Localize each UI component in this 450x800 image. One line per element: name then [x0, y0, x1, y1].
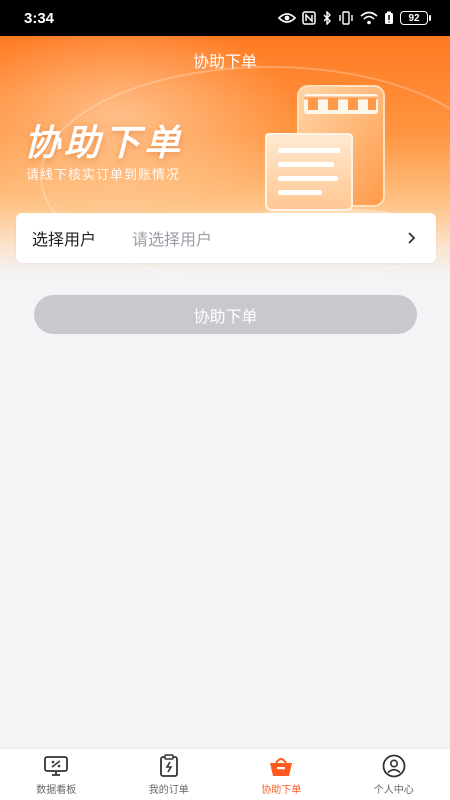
tab-dashboard[interactable]: 数据看板 [0, 749, 113, 800]
select-user-label: 选择用户 [32, 230, 97, 249]
phone-receipt-icon [248, 76, 408, 226]
tab-label: 数据看板 [36, 784, 77, 796]
chevron-right-icon [404, 230, 420, 246]
assist-order-button[interactable]: 协助下单 [34, 295, 417, 334]
tab-label: 我的订单 [148, 784, 189, 796]
basket-icon [268, 754, 294, 778]
hero-subtitle: 请线下核实订单到账情况 [26, 168, 181, 183]
select-user-placeholder: 请选择用户 [132, 230, 213, 249]
clipboard-icon [156, 753, 182, 778]
bluetooth-icon [322, 11, 332, 25]
eye-icon [278, 12, 296, 24]
tab-my-orders[interactable]: 我的订单 [113, 749, 226, 800]
user-icon [381, 754, 407, 778]
tab-bar: 数据看板 我的订单 协助下单 个人中心 [0, 748, 450, 800]
battery-saver-icon [384, 11, 394, 25]
wifi-icon [360, 11, 378, 25]
status-time: 3:34 [24, 9, 55, 27]
status-bar: 3:34 92 [0, 0, 450, 36]
tab-label: 协助下单 [261, 784, 302, 796]
status-icons: 92 [278, 11, 431, 25]
page-title: 协助下单 [192, 52, 257, 71]
dashboard-icon [43, 754, 69, 778]
tab-assist-order[interactable]: 协助下单 [225, 749, 338, 800]
nfc-icon [302, 11, 316, 25]
hero-title: 协助下单 [24, 123, 185, 164]
select-user-field[interactable]: 选择用户 请选择用户 [16, 213, 436, 263]
vibrate-icon [338, 11, 354, 25]
tab-label: 个人中心 [373, 784, 414, 796]
tab-profile[interactable]: 个人中心 [338, 749, 450, 800]
battery-icon: 92 [400, 11, 431, 25]
